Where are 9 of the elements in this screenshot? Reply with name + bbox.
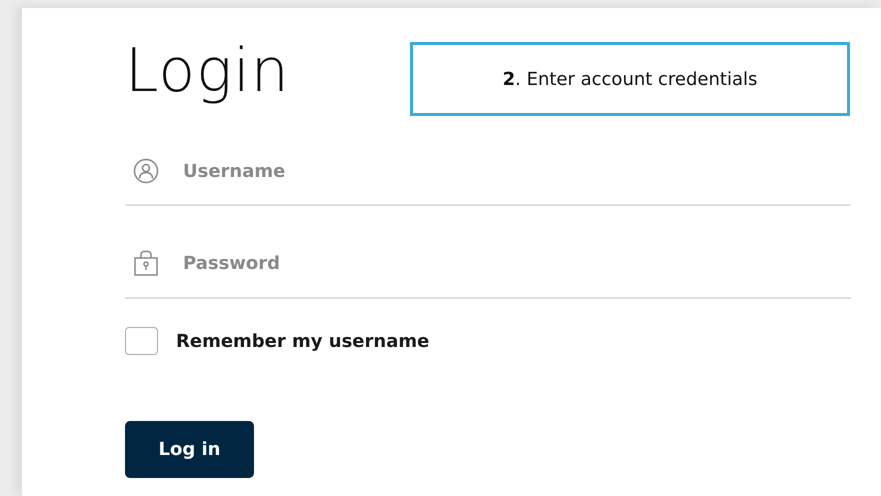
remember-label: Remember my username xyxy=(176,330,430,352)
login-heading: Login xyxy=(125,36,291,106)
lock-icon xyxy=(133,249,159,277)
instruction-callout: 2. Enter account credentials xyxy=(410,42,850,116)
login-button[interactable]: Log in xyxy=(125,421,254,478)
username-field[interactable]: Username xyxy=(181,160,785,182)
user-icon xyxy=(133,158,159,184)
remember-checkbox[interactable] xyxy=(125,327,158,355)
password-field[interactable]: Password xyxy=(181,252,785,274)
